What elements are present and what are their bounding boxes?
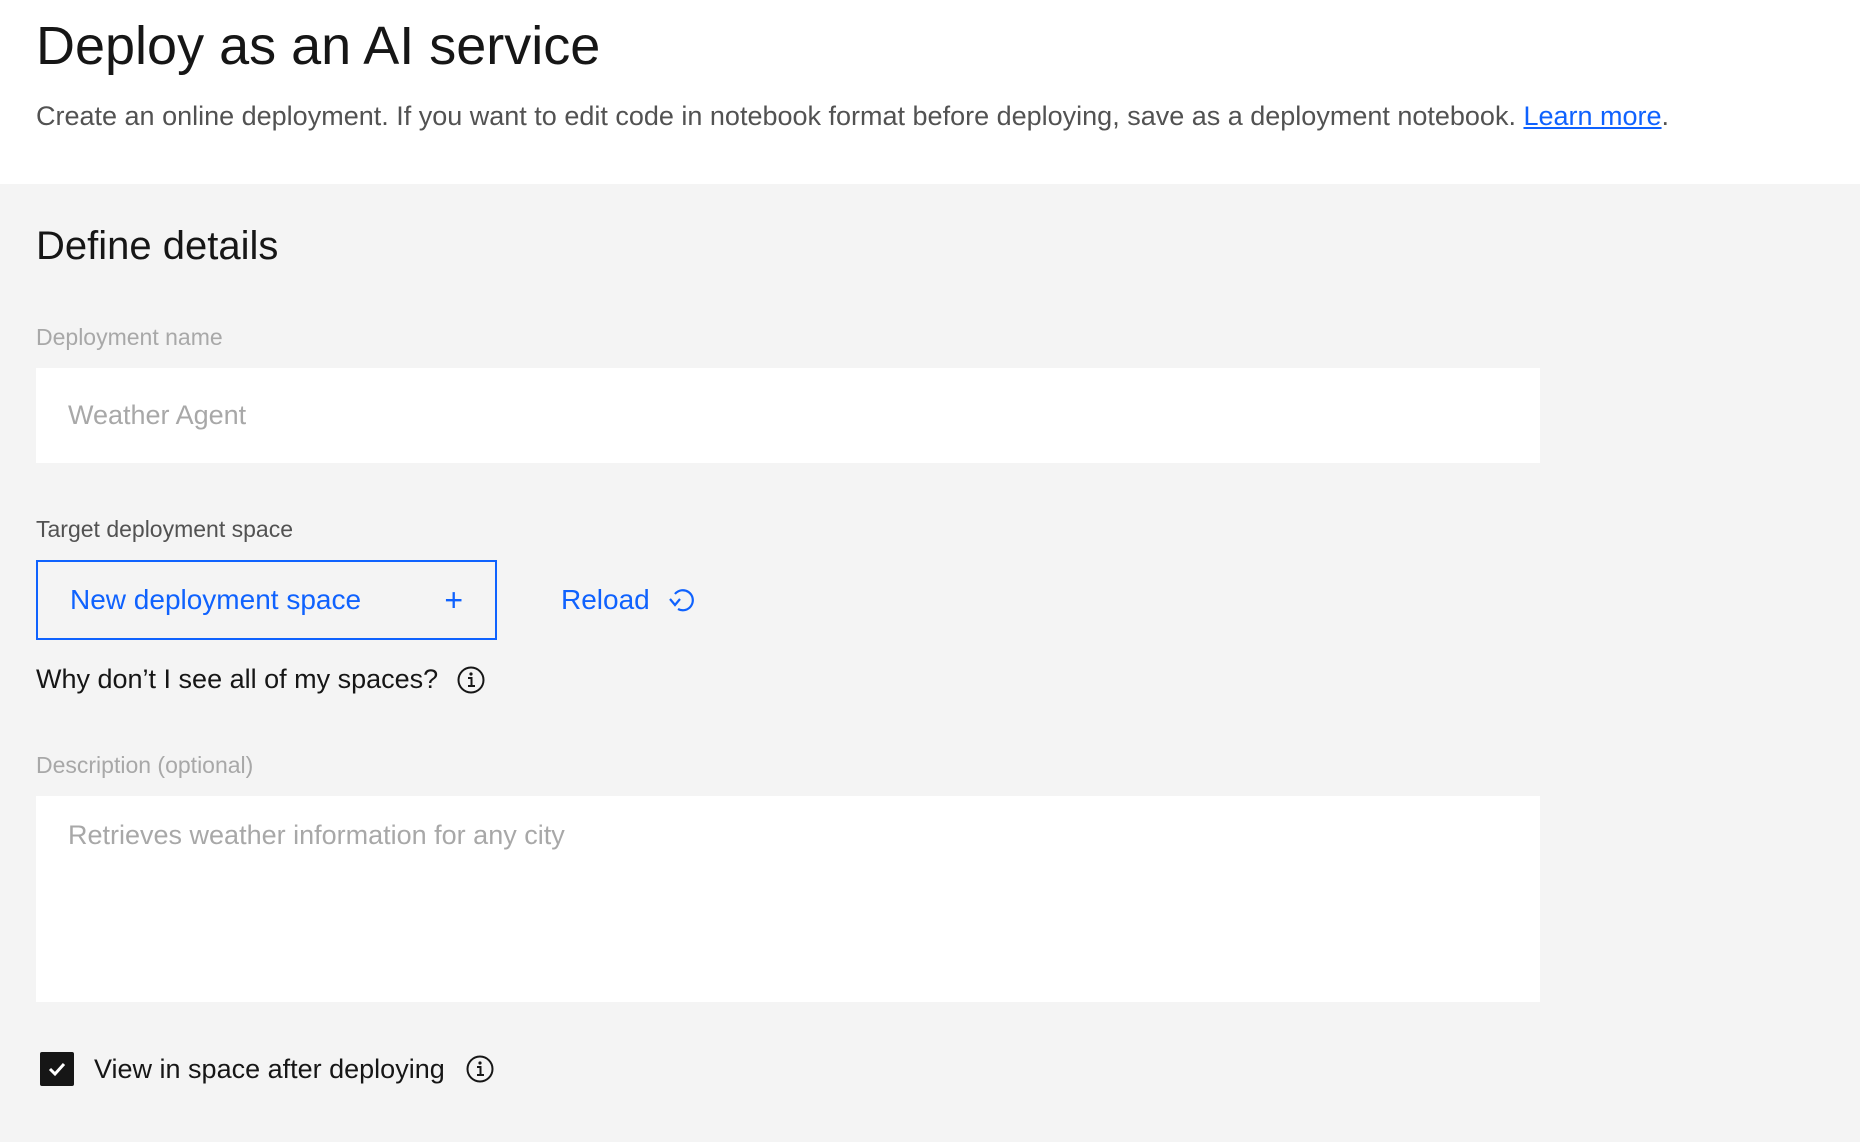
description-label: Description (optional) — [36, 752, 254, 778]
subtitle-text: Create an online deployment. If you want… — [36, 101, 1516, 131]
target-space-label: Target deployment space — [36, 516, 293, 542]
new-deployment-space-button[interactable]: New deployment space + — [36, 560, 497, 640]
info-icon[interactable] — [456, 665, 486, 695]
spaces-help-text: Why don’t I see all of my spaces? — [36, 664, 439, 694]
checkmark-icon — [48, 1062, 66, 1077]
new-deployment-space-label: New deployment space — [70, 584, 362, 615]
view-after-deploy-checkbox[interactable] — [40, 1052, 74, 1086]
page-title: Deploy as an AI service — [36, 16, 601, 76]
view-after-deploy-label: View in space after deploying — [94, 1053, 445, 1084]
page-subtitle: Create an online deployment. If you want… — [36, 98, 1669, 134]
reload-label: Reload — [561, 584, 650, 615]
section-title: Define details — [36, 224, 279, 268]
reload-icon — [666, 585, 696, 615]
deployment-name-input[interactable] — [36, 368, 1540, 463]
deployment-name-label: Deployment name — [36, 324, 223, 350]
description-textarea[interactable] — [36, 796, 1540, 1002]
spaces-help: Why don’t I see all of my spaces? — [36, 664, 486, 695]
info-icon[interactable] — [465, 1054, 495, 1084]
learn-more-link[interactable]: Learn more — [1523, 101, 1661, 131]
view-after-deploy-row: View in space after deploying — [40, 1052, 495, 1086]
plus-icon: + — [444, 582, 463, 618]
subtitle-period: . — [1661, 101, 1670, 131]
page-header: Deploy as an AI service Create an online… — [0, 0, 1860, 184]
reload-button[interactable]: Reload — [561, 580, 696, 620]
